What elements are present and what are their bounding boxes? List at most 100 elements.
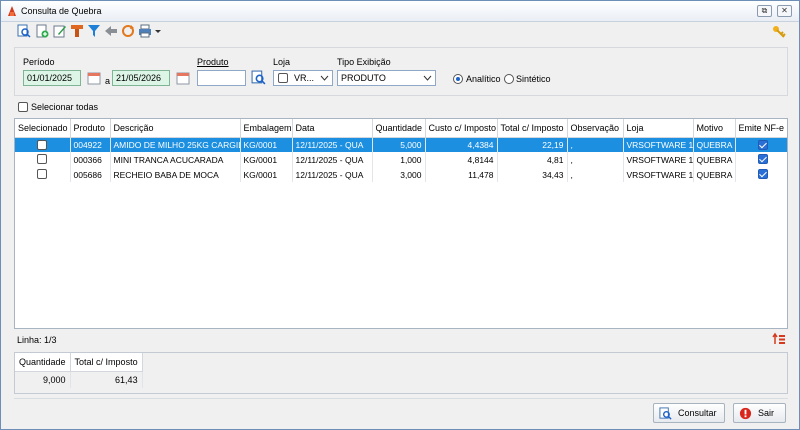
cell-total: 34,43 — [497, 167, 568, 182]
close-button[interactable]: ✕ — [777, 5, 792, 17]
col-header-loja[interactable]: Loja — [623, 119, 694, 138]
tool-icon[interactable] — [70, 24, 84, 38]
cell-emite-nfe[interactable] — [735, 137, 787, 152]
periodo-label: Período — [23, 57, 55, 67]
date-from-field[interactable]: 01/01/2025 — [23, 70, 81, 86]
cell-custo: 4,4384 — [425, 137, 498, 152]
loja-combo-value: VR... — [294, 73, 315, 83]
cell-quantidade: 1,000 — [372, 152, 426, 167]
date-separator: a — [105, 76, 111, 86]
edit-icon[interactable] — [53, 24, 67, 38]
action-bar: Consultar Sair — [14, 398, 788, 426]
cell-observacao: , — [567, 137, 624, 152]
emite-nfe-checkbox[interactable] — [757, 154, 768, 164]
refresh-icon[interactable] — [121, 24, 135, 38]
col-header-quantidade[interactable]: Quantidade — [372, 119, 426, 138]
loja-label: Loja — [273, 57, 291, 67]
table-row[interactable]: 005686 RECHEIO BABA DE MOCA KG/0001 12/1… — [15, 167, 787, 182]
filter-icon[interactable] — [87, 24, 101, 38]
col-header-data[interactable]: Data — [292, 119, 373, 138]
radio-sintetico[interactable] — [504, 74, 514, 84]
produto-field[interactable] — [197, 70, 246, 86]
cell-descricao: RECHEIO BABA DE MOCA — [110, 167, 241, 182]
search-icon[interactable] — [17, 24, 31, 38]
cell-emite-nfe[interactable] — [735, 152, 787, 167]
cell-total: 4,81 — [497, 152, 568, 167]
table-row[interactable]: 004922 AMIDO DE MILHO 25KG CARGILL KG/00… — [15, 137, 787, 152]
window-title: Consulta de Quebra — [21, 6, 102, 16]
row-select-cell[interactable] — [15, 167, 71, 182]
row-select-checkbox[interactable] — [37, 139, 47, 150]
row-indicator: Linha: 1/3 — [17, 335, 57, 345]
calendar-icon[interactable] — [87, 71, 101, 85]
chevron-down-icon[interactable] — [154, 24, 162, 38]
date-to-field[interactable]: 21/05/2026 — [112, 70, 170, 86]
col-header-emite-nfe[interactable]: Emite NF-e — [735, 119, 787, 138]
radio-analitico-label: Analítico — [466, 74, 501, 84]
grid-header-row: Selecionado Produto Descrição Embalagem … — [15, 119, 787, 138]
table-row[interactable]: 000366 MINI TRANCA ACUCARADA KG/0001 12/… — [15, 152, 787, 167]
cell-observacao: , — [567, 152, 624, 167]
totals-total-value: 61,43 — [70, 371, 143, 388]
produto-label: Produto — [197, 57, 229, 67]
cell-data: 12/11/2025 - QUA — [292, 152, 373, 167]
sair-label: Sair — [758, 408, 775, 418]
loja-checkbox[interactable] — [278, 73, 288, 83]
row-select-checkbox[interactable] — [37, 169, 47, 179]
cell-descricao: MINI TRANCA ACUCARADA — [110, 152, 241, 167]
cell-custo: 4,8144 — [425, 152, 498, 167]
title-bar: Consulta de Quebra ⧉ ✕ — [1, 1, 799, 22]
print-icon[interactable] — [138, 24, 152, 38]
col-header-total[interactable]: Total c/ Imposto — [497, 119, 568, 138]
new-document-icon[interactable] — [35, 24, 49, 38]
cell-descricao: AMIDO DE MILHO 25KG CARGILL — [110, 137, 241, 152]
key-icon[interactable] — [772, 25, 786, 39]
cell-total: 22,19 — [497, 137, 568, 152]
cell-observacao: , — [567, 167, 624, 182]
tipo-exibicao-combo[interactable]: PRODUTO — [337, 70, 436, 86]
row-select-cell[interactable] — [15, 152, 71, 167]
col-header-selecionado[interactable]: Selecionado — [15, 119, 71, 138]
cell-produto: 004922 — [70, 137, 111, 152]
cell-data: 12/11/2025 - QUA — [292, 167, 373, 182]
cell-emite-nfe[interactable] — [735, 167, 787, 182]
chevron-down-icon — [320, 75, 329, 81]
cell-motivo: QUEBRA — [693, 152, 736, 167]
sair-button[interactable]: Sair — [733, 403, 786, 423]
consultar-button[interactable]: Consultar — [653, 403, 725, 423]
col-header-embalagem[interactable]: Embalagem — [240, 119, 293, 138]
row-select-cell[interactable] — [15, 137, 71, 152]
sort-order-icon[interactable] — [772, 332, 786, 346]
select-all-label: Selecionar todas — [31, 102, 99, 112]
search-icon — [659, 407, 672, 420]
restore-button[interactable]: ⧉ — [757, 5, 772, 17]
app-logo-icon — [8, 6, 16, 16]
cell-motivo: QUEBRA — [693, 137, 736, 152]
product-search-icon[interactable] — [251, 70, 266, 85]
cell-loja: VRSOFTWARE 1 — [623, 167, 694, 182]
col-header-produto[interactable]: Produto — [70, 119, 111, 138]
tipo-exibicao-label: Tipo Exibição — [337, 57, 391, 67]
emite-nfe-checkbox[interactable] — [757, 139, 768, 150]
col-header-descricao[interactable]: Descrição — [110, 119, 241, 138]
cell-embalagem: KG/0001 — [240, 137, 293, 152]
back-arrow-icon[interactable] — [104, 24, 118, 38]
cell-embalagem: KG/0001 — [240, 152, 293, 167]
calendar-icon[interactable] — [176, 71, 190, 85]
main-window: Consulta de Quebra ⧉ ✕ Período 01/01/202… — [0, 0, 800, 430]
row-select-checkbox[interactable] — [37, 154, 47, 164]
cell-motivo: QUEBRA — [693, 167, 736, 182]
totals-header-quantidade: Quantidade — [15, 353, 71, 372]
col-header-motivo[interactable]: Motivo — [693, 119, 736, 138]
cell-data: 12/11/2025 - QUA — [292, 137, 373, 152]
emite-nfe-checkbox[interactable] — [757, 169, 768, 179]
cell-embalagem: KG/0001 — [240, 167, 293, 182]
col-header-custo[interactable]: Custo c/ Imposto — [425, 119, 498, 138]
col-header-observacao[interactable]: Observação — [567, 119, 624, 138]
select-all-checkbox[interactable] — [18, 102, 28, 112]
cell-produto: 005686 — [70, 167, 111, 182]
cell-loja: VRSOFTWARE 1 — [623, 137, 694, 152]
cell-loja: VRSOFTWARE 1 — [623, 152, 694, 167]
totals-panel: Quantidade Total c/ Imposto 9,000 61,43 — [14, 352, 788, 394]
radio-analitico[interactable] — [453, 74, 463, 84]
